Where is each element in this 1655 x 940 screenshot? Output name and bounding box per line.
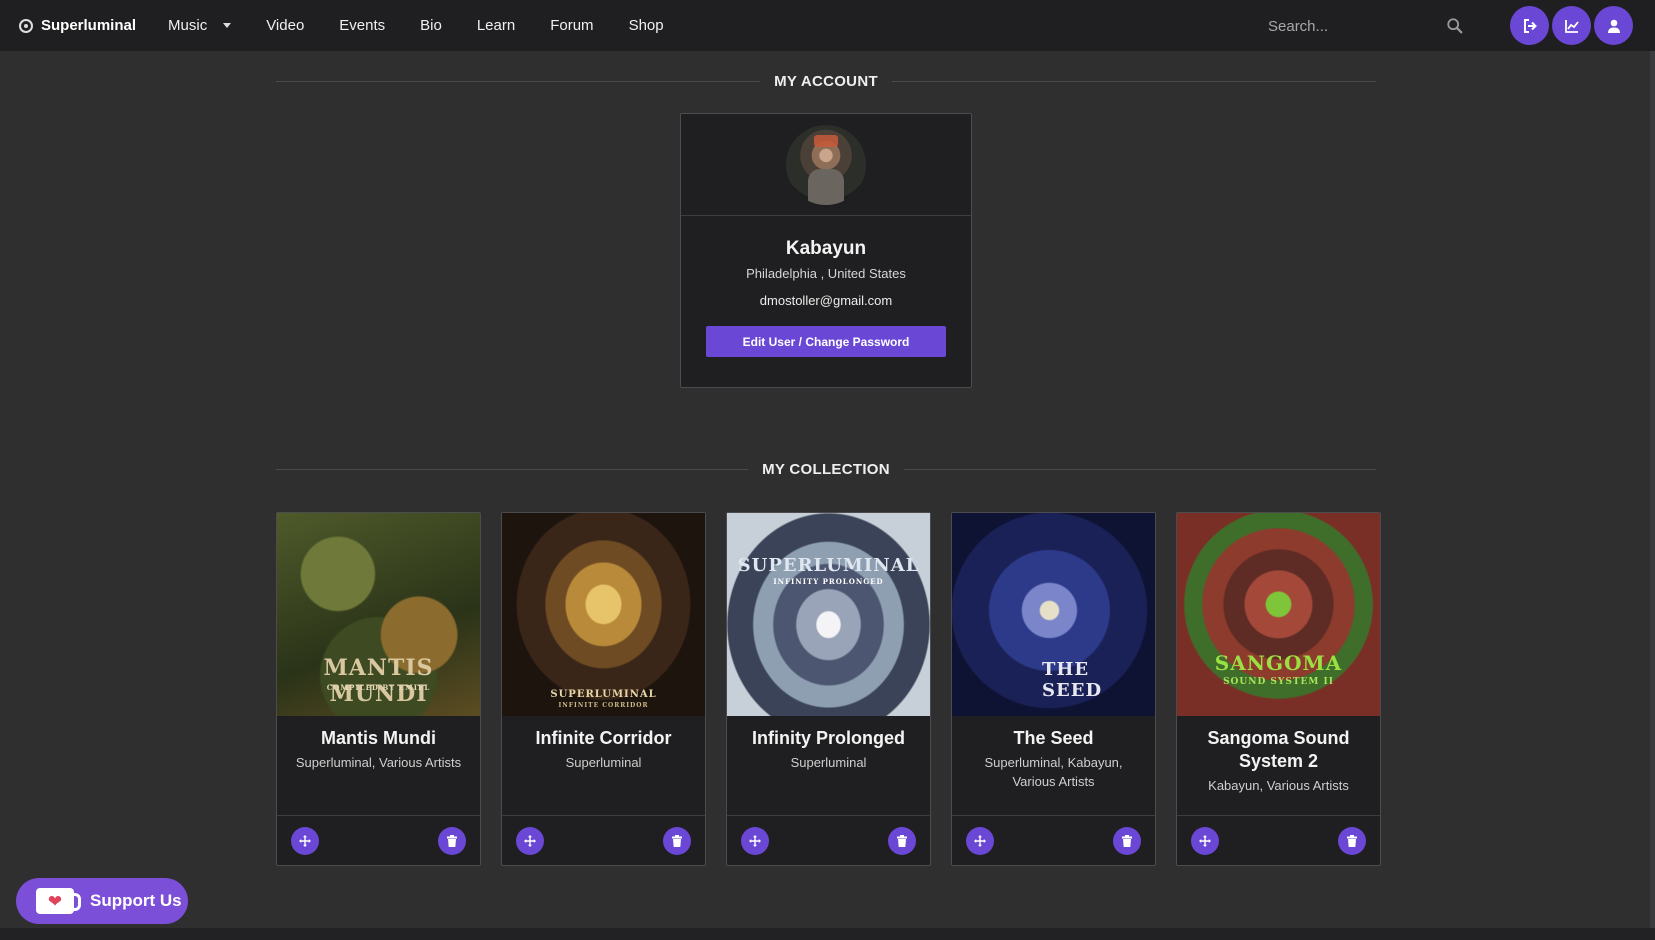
- move-icon: [749, 834, 761, 847]
- album-actions: [727, 815, 930, 865]
- cover-title: SUPERLUMINAL: [550, 689, 657, 700]
- brand-name: Superluminal: [41, 17, 137, 34]
- album-cover[interactable]: SANGOMA SOUND SYSTEM II: [1177, 513, 1380, 716]
- nav-shop[interactable]: Shop: [629, 17, 664, 34]
- chevron-down-icon: [223, 23, 232, 28]
- album-cover[interactable]: SUPERLUMINAL INFINITE CORRIDOR: [502, 513, 705, 716]
- album-card: THE SEED The Seed Superluminal, Kabayun,…: [951, 512, 1156, 866]
- album-card: SUPERLUMINAL INFINITY PROLONGED Infinity…: [726, 512, 931, 866]
- divider: [276, 80, 761, 82]
- search-icon[interactable]: [1446, 17, 1464, 35]
- account-email: dmostoller@gmail.com: [759, 293, 893, 308]
- album-actions: [1177, 815, 1380, 865]
- trash-icon: [447, 834, 457, 847]
- nav-links: Music Video Events Bio Learn Forum Shop: [168, 17, 699, 34]
- nav-learn[interactable]: Learn: [477, 17, 515, 34]
- move-button[interactable]: [1191, 826, 1219, 855]
- edit-user-button[interactable]: Edit User / Change Password: [706, 326, 946, 357]
- account-actions: [1510, 6, 1633, 45]
- nav-events[interactable]: Events: [339, 17, 385, 34]
- delete-button[interactable]: [1338, 826, 1366, 855]
- album-title[interactable]: Sangoma Sound System 2: [1177, 727, 1380, 773]
- divider: [276, 468, 749, 470]
- search-input[interactable]: [1258, 17, 1438, 35]
- album-cover[interactable]: MANTIS MUNDI COMPILED BY EMIEL: [277, 513, 480, 716]
- account-card: Kabayun Philadelphia , United States dmo…: [680, 113, 972, 388]
- trash-icon: [1347, 834, 1357, 847]
- chart-icon: [1564, 19, 1579, 33]
- album-artists: Superluminal, Kabayun, Various Artists: [984, 755, 1123, 789]
- delete-button[interactable]: [1113, 826, 1141, 855]
- my-collection-title: MY COLLECTION: [762, 460, 890, 478]
- album-artists: Superluminal, Various Artists: [295, 755, 462, 770]
- my-collection-header: MY COLLECTION: [276, 459, 1377, 479]
- trash-icon: [1122, 834, 1132, 847]
- album-card: SANGOMA SOUND SYSTEM II Sangoma Sound Sy…: [1176, 512, 1381, 866]
- nav-bio[interactable]: Bio: [420, 17, 442, 34]
- album-actions: [952, 815, 1155, 865]
- brand-link[interactable]: Superluminal: [19, 17, 136, 34]
- trash-icon: [897, 834, 907, 847]
- cover-subtitle: COMPILED BY EMIEL: [326, 683, 431, 692]
- move-icon: [974, 834, 986, 847]
- move-button[interactable]: [741, 826, 769, 855]
- cover-subtitle: INFINITE CORRIDOR: [558, 702, 649, 709]
- logout-button[interactable]: [1510, 6, 1549, 45]
- delete-button[interactable]: [663, 826, 691, 855]
- cover-title: SUPERLUMINAL: [737, 555, 920, 576]
- album-title[interactable]: Infinity Prolonged: [727, 727, 930, 750]
- nav-video[interactable]: Video: [266, 17, 304, 34]
- delete-button[interactable]: [438, 826, 466, 855]
- album-title[interactable]: Infinite Corridor: [502, 727, 705, 750]
- delete-button[interactable]: [888, 826, 916, 855]
- avatar-container: [681, 114, 971, 216]
- support-us-button[interactable]: ❤ Support Us: [16, 878, 188, 924]
- search-box: [1258, 10, 1468, 42]
- account-name: Kabayun: [785, 238, 867, 259]
- collection-grid: MANTIS MUNDI COMPILED BY EMIEL Mantis Mu…: [276, 512, 1381, 866]
- album-title[interactable]: The Seed: [952, 727, 1155, 750]
- album-cover[interactable]: SUPERLUMINAL INFINITY PROLONGED: [727, 513, 930, 716]
- move-button[interactable]: [516, 826, 544, 855]
- cover-title: THE SEED: [1042, 659, 1103, 701]
- user-icon: [1607, 19, 1620, 33]
- profile-button[interactable]: [1594, 6, 1633, 45]
- album-card: SUPERLUMINAL INFINITE CORRIDOR Infinite …: [501, 512, 706, 866]
- stats-button[interactable]: [1552, 6, 1591, 45]
- logo-icon: [19, 18, 33, 33]
- move-icon: [524, 834, 536, 847]
- scrollbar[interactable]: [1650, 51, 1655, 928]
- bottom-bar: [0, 928, 1655, 940]
- move-button[interactable]: [291, 826, 319, 855]
- divider: [903, 468, 1377, 470]
- cover-subtitle: SOUND SYSTEM II: [1223, 677, 1334, 687]
- album-artists: Kabayun, Various Artists: [1208, 778, 1349, 793]
- album-actions: [502, 815, 705, 865]
- top-navbar: Superluminal Music Video Events Bio Lear…: [0, 0, 1655, 51]
- divider: [891, 80, 1376, 82]
- support-label: Support Us: [90, 891, 182, 910]
- move-icon: [1199, 834, 1211, 847]
- logout-icon: [1523, 18, 1537, 33]
- my-account-title: MY ACCOUNT: [774, 72, 878, 90]
- nav-music[interactable]: Music: [168, 17, 232, 34]
- move-icon: [299, 834, 311, 847]
- my-account-header: MY ACCOUNT: [276, 71, 1376, 91]
- cover-title: MANTIS MUNDI: [323, 655, 434, 707]
- cover-subtitle: INFINITY PROLONGED: [773, 577, 884, 586]
- avatar: [786, 124, 866, 205]
- move-button[interactable]: [966, 826, 994, 855]
- album-title[interactable]: Mantis Mundi: [277, 727, 480, 750]
- nav-music-label: Music: [168, 17, 208, 34]
- account-location: Philadelphia , United States: [746, 266, 906, 281]
- album-cover[interactable]: THE SEED: [952, 513, 1155, 716]
- nav-forum[interactable]: Forum: [550, 17, 593, 34]
- cover-title: SANGOMA: [1214, 651, 1343, 675]
- album-artists: Superluminal: [790, 755, 867, 770]
- trash-icon: [672, 834, 682, 847]
- coffee-mug-icon: ❤: [36, 888, 81, 914]
- album-card: MANTIS MUNDI COMPILED BY EMIEL Mantis Mu…: [276, 512, 481, 866]
- album-actions: [277, 815, 480, 865]
- album-artists: Superluminal: [565, 755, 642, 770]
